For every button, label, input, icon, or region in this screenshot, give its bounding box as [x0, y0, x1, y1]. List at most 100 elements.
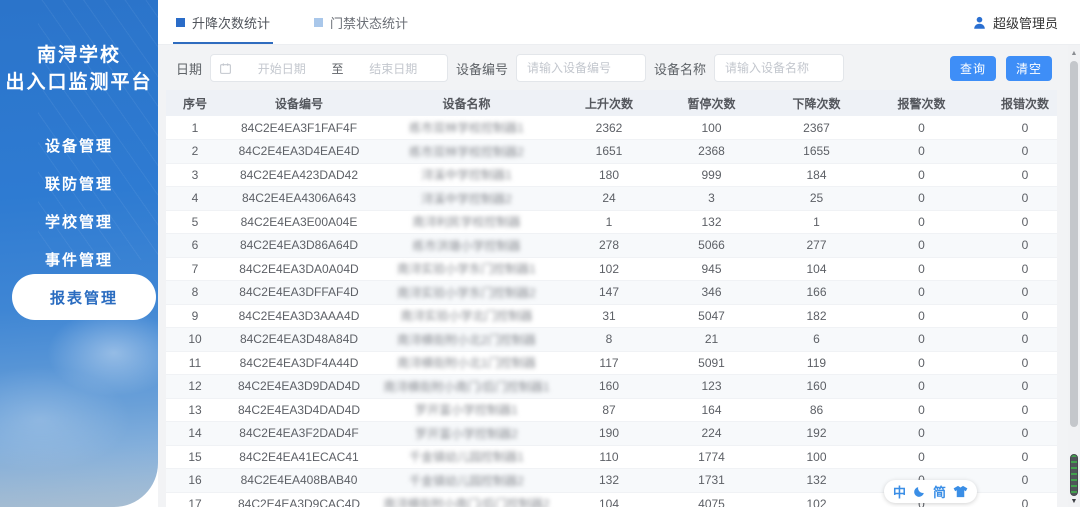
date-range-picker[interactable]: 开始日期 至 结束日期	[210, 54, 449, 82]
table-row: 12 84C2E4EA3D9DAD4D 南浔横街附小南门/后门控制器1 160 …	[166, 374, 1057, 399]
cell-index: 8	[166, 280, 224, 305]
scrollbar-bottom-thumb[interactable]	[1070, 454, 1078, 496]
cell-device-id: 84C2E4EA3DA0A04D	[224, 257, 374, 281]
cell-index: 16	[166, 468, 224, 493]
cell-up-count: 132	[559, 468, 659, 493]
cell-error-count: 0	[974, 210, 1057, 234]
table-row: 3 84C2E4EA423DAD42 浔溪中学控制器1 180 999 184 …	[166, 163, 1057, 187]
cell-alarm-count: 0	[869, 421, 974, 446]
sidebar-item-school-management[interactable]: 学校管理	[0, 202, 158, 240]
cell-alarm-count: 0	[869, 210, 974, 234]
cell-error-count: 0	[974, 468, 1057, 493]
sidebar-item-report-management[interactable]: 报表管理	[12, 274, 156, 320]
ime-toolbar[interactable]: 中 简	[884, 480, 978, 503]
cell-up-count: 190	[559, 421, 659, 446]
cell-alarm-count: 0	[869, 445, 974, 469]
cell-device-id: 84C2E4EA3D86A64D	[224, 233, 374, 258]
cell-device-id: 84C2E4EA3D3AAA4D	[224, 304, 374, 328]
cell-alarm-count: 0	[869, 257, 974, 281]
cell-pause-count: 4075	[659, 492, 764, 507]
tab-label: 门禁状态统计	[330, 15, 409, 31]
tab-label: 升降次数统计	[192, 15, 271, 31]
cell-device-id: 84C2E4EA3D9CAC4D	[224, 492, 374, 507]
top-bar: 升降次数统计 门禁状态统计 超级管理员	[158, 0, 1080, 45]
app-title: 南浔学校 出入口监测平台	[0, 42, 158, 96]
cell-index: 5	[166, 210, 224, 234]
cell-alarm-count: 0	[869, 233, 974, 258]
cell-error-count: 0	[974, 116, 1057, 140]
device-id-input[interactable]	[516, 54, 647, 82]
clear-button[interactable]: 清空	[1005, 55, 1052, 81]
search-button[interactable]: 查询	[949, 55, 996, 81]
user-menu[interactable]: 超级管理员	[972, 13, 1058, 32]
cell-pause-count: 224	[659, 421, 764, 446]
cell-device-name: 南浔实验小学东门控制器2	[374, 280, 559, 305]
cell-alarm-count: 0	[869, 163, 974, 187]
scroll-up-arrow[interactable]: ▲	[1068, 49, 1080, 59]
cell-device-name: 练市双林学校控制器1	[374, 116, 559, 140]
cell-device-name: 南浔横街附小北1门控制器	[374, 351, 559, 375]
cell-device-name: 千金镇幼儿园控制器2	[374, 468, 559, 493]
table-row: 11 84C2E4EA3DF4A44D 南浔横街附小北1门控制器 117 509…	[166, 351, 1057, 375]
scrollbar-thumb[interactable]	[1070, 61, 1078, 427]
cell-index: 3	[166, 163, 224, 187]
ime-simplified-label[interactable]: 简	[933, 482, 946, 501]
cell-device-name: 南浔利民学校控制器	[374, 210, 559, 234]
cell-alarm-count: 0	[869, 374, 974, 399]
cell-error-count: 0	[974, 257, 1057, 281]
header-index: 序号	[166, 90, 224, 116]
header-device-name: 设备名称	[374, 90, 559, 116]
cell-down-count: 160	[764, 374, 869, 399]
cell-device-id: 84C2E4EA423DAD42	[224, 163, 374, 187]
cell-device-name: 南浔横街附小南门/后门控制器2	[374, 492, 559, 507]
cell-alarm-count: 0	[869, 280, 974, 305]
cell-down-count: 102	[764, 492, 869, 507]
date-range-separator: 至	[331, 61, 344, 76]
device-id-label: 设备编号	[456, 61, 509, 77]
cell-up-count: 8	[559, 327, 659, 352]
cell-alarm-count: 0	[869, 398, 974, 422]
tab-access-status-statistics[interactable]: 门禁状态统计	[314, 0, 408, 44]
cell-up-count: 110	[559, 445, 659, 469]
filter-buttons: 查询 清空	[949, 55, 1052, 81]
cell-up-count: 1	[559, 210, 659, 234]
table-row: 4 84C2E4EA4306A643 浔溪中学控制器2 24 3 25 0 0	[166, 186, 1057, 211]
cell-device-name: 千金镇幼儿园控制器1	[374, 445, 559, 469]
cell-down-count: 25	[764, 186, 869, 211]
cell-pause-count: 100	[659, 116, 764, 140]
sidebar-item-joint-defense-management[interactable]: 联防管理	[0, 164, 158, 202]
cell-down-count: 104	[764, 257, 869, 281]
cell-device-name: 练市双林学校控制器2	[374, 139, 559, 164]
user-icon	[974, 16, 985, 29]
cell-device-id: 84C2E4EA3D9DAD4D	[224, 374, 374, 399]
cell-error-count: 0	[974, 492, 1057, 507]
cell-device-id: 84C2E4EA41ECAC41	[224, 445, 374, 469]
table-row: 1 84C2E4EA3F1FAF4F 练市双林学校控制器1 2362 100 2…	[166, 116, 1057, 140]
scroll-down-arrow[interactable]: ▼	[1068, 497, 1080, 507]
device-name-input[interactable]	[714, 54, 845, 82]
cell-pause-count: 999	[659, 163, 764, 187]
sidebar-item-event-management[interactable]: 事件管理	[0, 240, 158, 278]
main-area: 升降次数统计 门禁状态统计 超级管理员 日期 开始日期 至 结束日期 设备编号 …	[158, 0, 1080, 507]
cell-pause-count: 132	[659, 210, 764, 234]
cell-down-count: 182	[764, 304, 869, 328]
sidebar-nav: 设备管理 联防管理 学校管理 事件管理 报表管理	[0, 126, 158, 320]
cell-up-count: 87	[559, 398, 659, 422]
ime-chinese-mode-label[interactable]: 中	[893, 482, 906, 501]
vertical-scrollbar[interactable]: ▲ ▼	[1068, 45, 1080, 507]
cell-error-count: 0	[974, 280, 1057, 305]
cell-device-name: 南浔实验小学北门控制器	[374, 304, 559, 328]
cell-error-count: 0	[974, 445, 1057, 469]
end-date-placeholder: 结束日期	[369, 61, 418, 76]
cell-index: 11	[166, 351, 224, 375]
cell-up-count: 180	[559, 163, 659, 187]
cell-up-count: 1651	[559, 139, 659, 164]
tab-inactive-square-icon	[314, 17, 324, 27]
header-pause-count: 暂停次数	[659, 90, 764, 116]
sidebar-item-device-management[interactable]: 设备管理	[0, 126, 158, 164]
moon-icon[interactable]	[913, 485, 926, 498]
tab-lift-count-statistics[interactable]: 升降次数统计	[172, 0, 274, 44]
cell-down-count: 6	[764, 327, 869, 352]
shirt-skin-icon[interactable]	[953, 485, 968, 498]
cell-device-name: 罗开富小学控制器2	[374, 421, 559, 446]
